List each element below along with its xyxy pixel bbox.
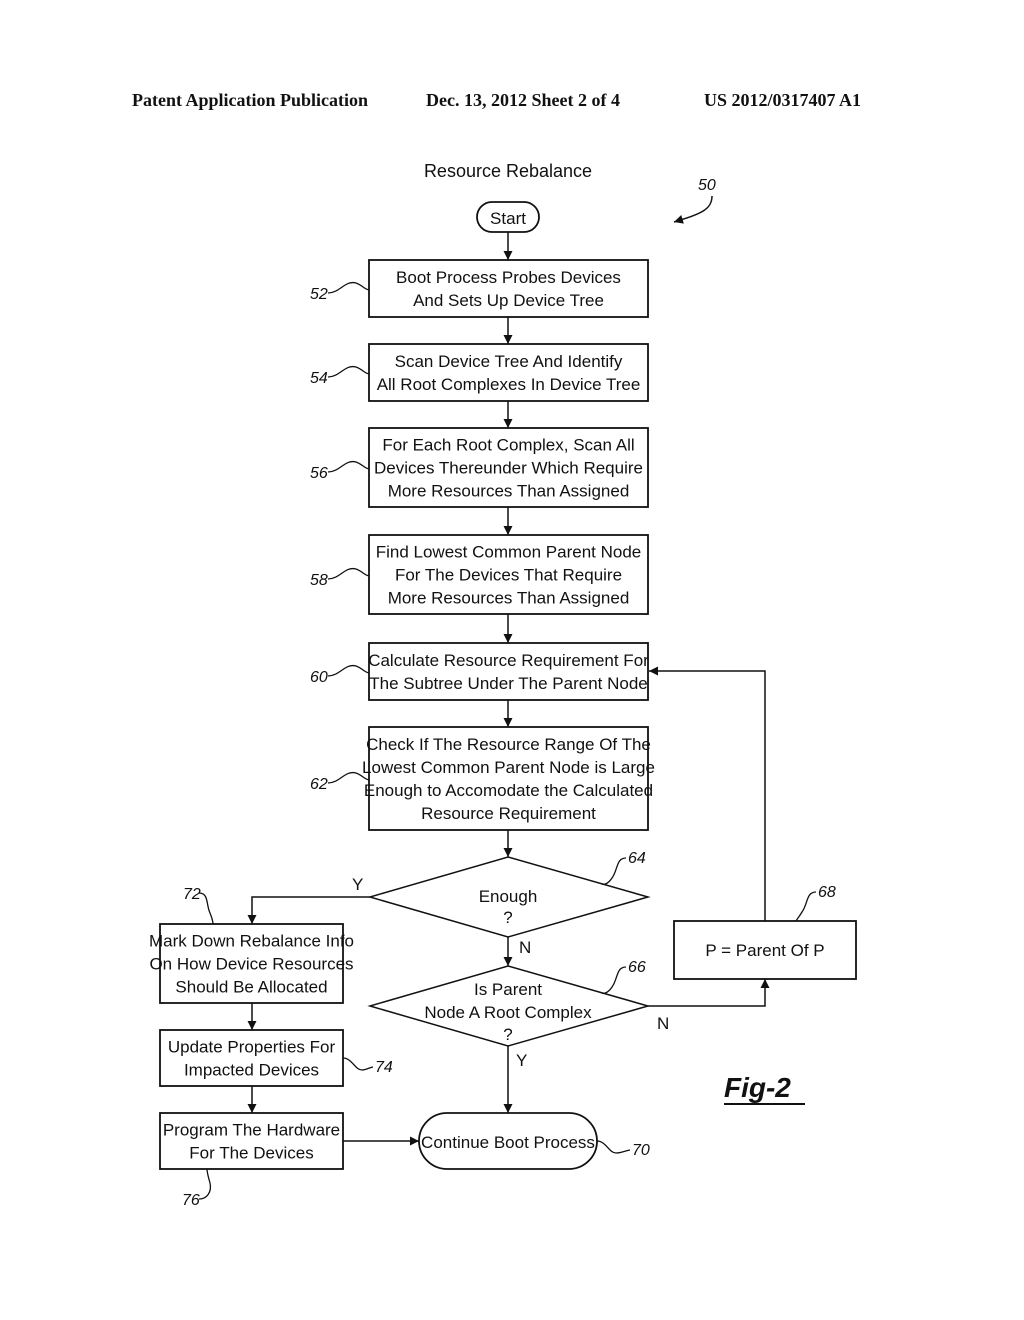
ref-leader-52 [327,281,370,294]
decision-66: Is Parent Node A Root Complex ? [367,965,651,1047]
process-box-72: Mark Down Rebalance Info On How Device Re… [149,923,354,1004]
process-box-56-line-2: Devices Thereunder Which Require [374,459,643,478]
ref-numeral-68: 68 [818,884,836,901]
terminal-70-label: Continue Boot Process [421,1133,595,1152]
start-terminal: Start [476,201,540,233]
process-box-74-line-1: Update Properties For [168,1038,336,1057]
process-box-58-line-2: For The Devices That Require [395,566,622,585]
arrow-66-68-no [648,979,770,1007]
process-box-56: For Each Root Complex, Scan All Devices T… [368,427,649,508]
ref-numeral-66: 66 [628,959,646,976]
ref-leader-60 [327,664,370,677]
process-box-62-line-4: Resource Requirement [421,804,596,823]
process-box-72-line-3: Should Be Allocated [175,978,327,997]
process-box-62-line-3: Enough to Accomodate the Calculated [364,781,653,800]
process-box-74: Update Properties For Impacted Devices [159,1029,344,1087]
ref-leader-74 [342,1057,374,1071]
branch-label-64-yes: Y [352,875,363,894]
start-label: Start [490,209,526,228]
process-box-56-line-3: More Resources Than Assigned [388,482,630,501]
decision-66-line-2: Node A Root Complex [424,1003,592,1022]
ref-leader-76 [198,1168,212,1200]
ref-numeral-74: 74 [375,1059,393,1076]
process-box-62: Check If The Resource Range Of The Lowest… [362,726,655,831]
process-box-62-line-1: Check If The Resource Range Of The [366,735,651,754]
ref-leader-54 [327,365,370,378]
ref-numeral-70: 70 [632,1142,650,1159]
diagram-title: Resource Rebalance [424,161,592,181]
process-box-76: Program The Hardware For The Devices [159,1112,344,1170]
process-box-62-line-2: Lowest Common Parent Node is Large [362,758,655,777]
ref-numeral-62: 62 [310,776,328,793]
process-box-52-line-1: Boot Process Probes Devices [396,268,621,287]
process-box-72-line-2: On How Device Resources [149,955,353,974]
decision-64: Enough ? [367,856,651,938]
ref-numeral-56: 56 [310,465,328,482]
ref-numeral-64: 64 [628,850,646,867]
branch-label-64-no: N [519,938,531,957]
branch-label-66-yes: Y [516,1051,527,1070]
ref-numeral-72: 72 [183,886,201,903]
decision-66-line-3: ? [503,1025,512,1044]
process-box-60: Calculate Resource Requirement For The Su… [368,642,649,701]
ref-leader-58 [327,567,370,580]
figure-ref-arrow [673,195,713,224]
process-box-56-line-1: For Each Root Complex, Scan All [382,436,634,455]
branch-label-66-no: N [657,1014,669,1033]
arrow-68-60-loop [649,666,766,921]
ref-numeral-52: 52 [310,286,328,303]
ref-leader-66 [601,966,627,994]
process-box-54: Scan Device Tree And Identify All Root Co… [368,343,649,402]
process-box-54-line-2: All Root Complexes In Device Tree [377,375,641,394]
process-box-76-line-1: Program The Hardware [163,1121,340,1140]
process-box-58: Find Lowest Common Parent Node For The De… [368,534,649,615]
terminal-70: Continue Boot Process [418,1112,598,1170]
process-box-52-line-2: And Sets Up Device Tree [413,291,604,310]
process-box-74-line-2: Impacted Devices [184,1061,319,1080]
ref-leader-56 [327,460,370,473]
process-box-58-line-3: More Resources Than Assigned [388,589,630,608]
arrow-64-72-yes [247,896,370,924]
figure-label: Fig-2 [724,1072,791,1103]
ref-numeral-58: 58 [310,572,328,589]
figure-ref-50: 50 [673,177,716,224]
process-box-54-line-1: Scan Device Tree And Identify [395,352,623,371]
process-box-68-line-1: P = Parent Of P [705,941,824,960]
ref-leader-68 [795,891,817,922]
decision-66-line-1: Is Parent [474,980,542,999]
ref-leader-70 [596,1140,631,1154]
ref-leader-72 [198,892,214,925]
process-box-68: P = Parent Of P [673,920,857,980]
process-box-52: Boot Process Probes Devices And Sets Up D… [368,259,649,318]
ref-numeral-60: 60 [310,669,328,686]
process-box-76-line-2: For The Devices [189,1144,313,1163]
process-box-58-line-1: Find Lowest Common Parent Node [376,543,642,562]
process-box-60-line-2: The Subtree Under The Parent Node [369,674,647,693]
ref-numeral-76: 76 [182,1192,200,1209]
decision-64-line-1: Enough [479,887,538,906]
flowchart: Resource Rebalance 50 Start Boot Process… [149,161,857,1209]
ref-leader-64 [601,857,627,885]
decision-64-line-2: ? [503,908,512,927]
process-box-60-line-1: Calculate Resource Requirement For [368,651,649,670]
ref-numeral-54: 54 [310,370,328,387]
figure-ref-label: 50 [698,177,716,194]
process-box-72-line-1: Mark Down Rebalance Info [149,932,354,951]
